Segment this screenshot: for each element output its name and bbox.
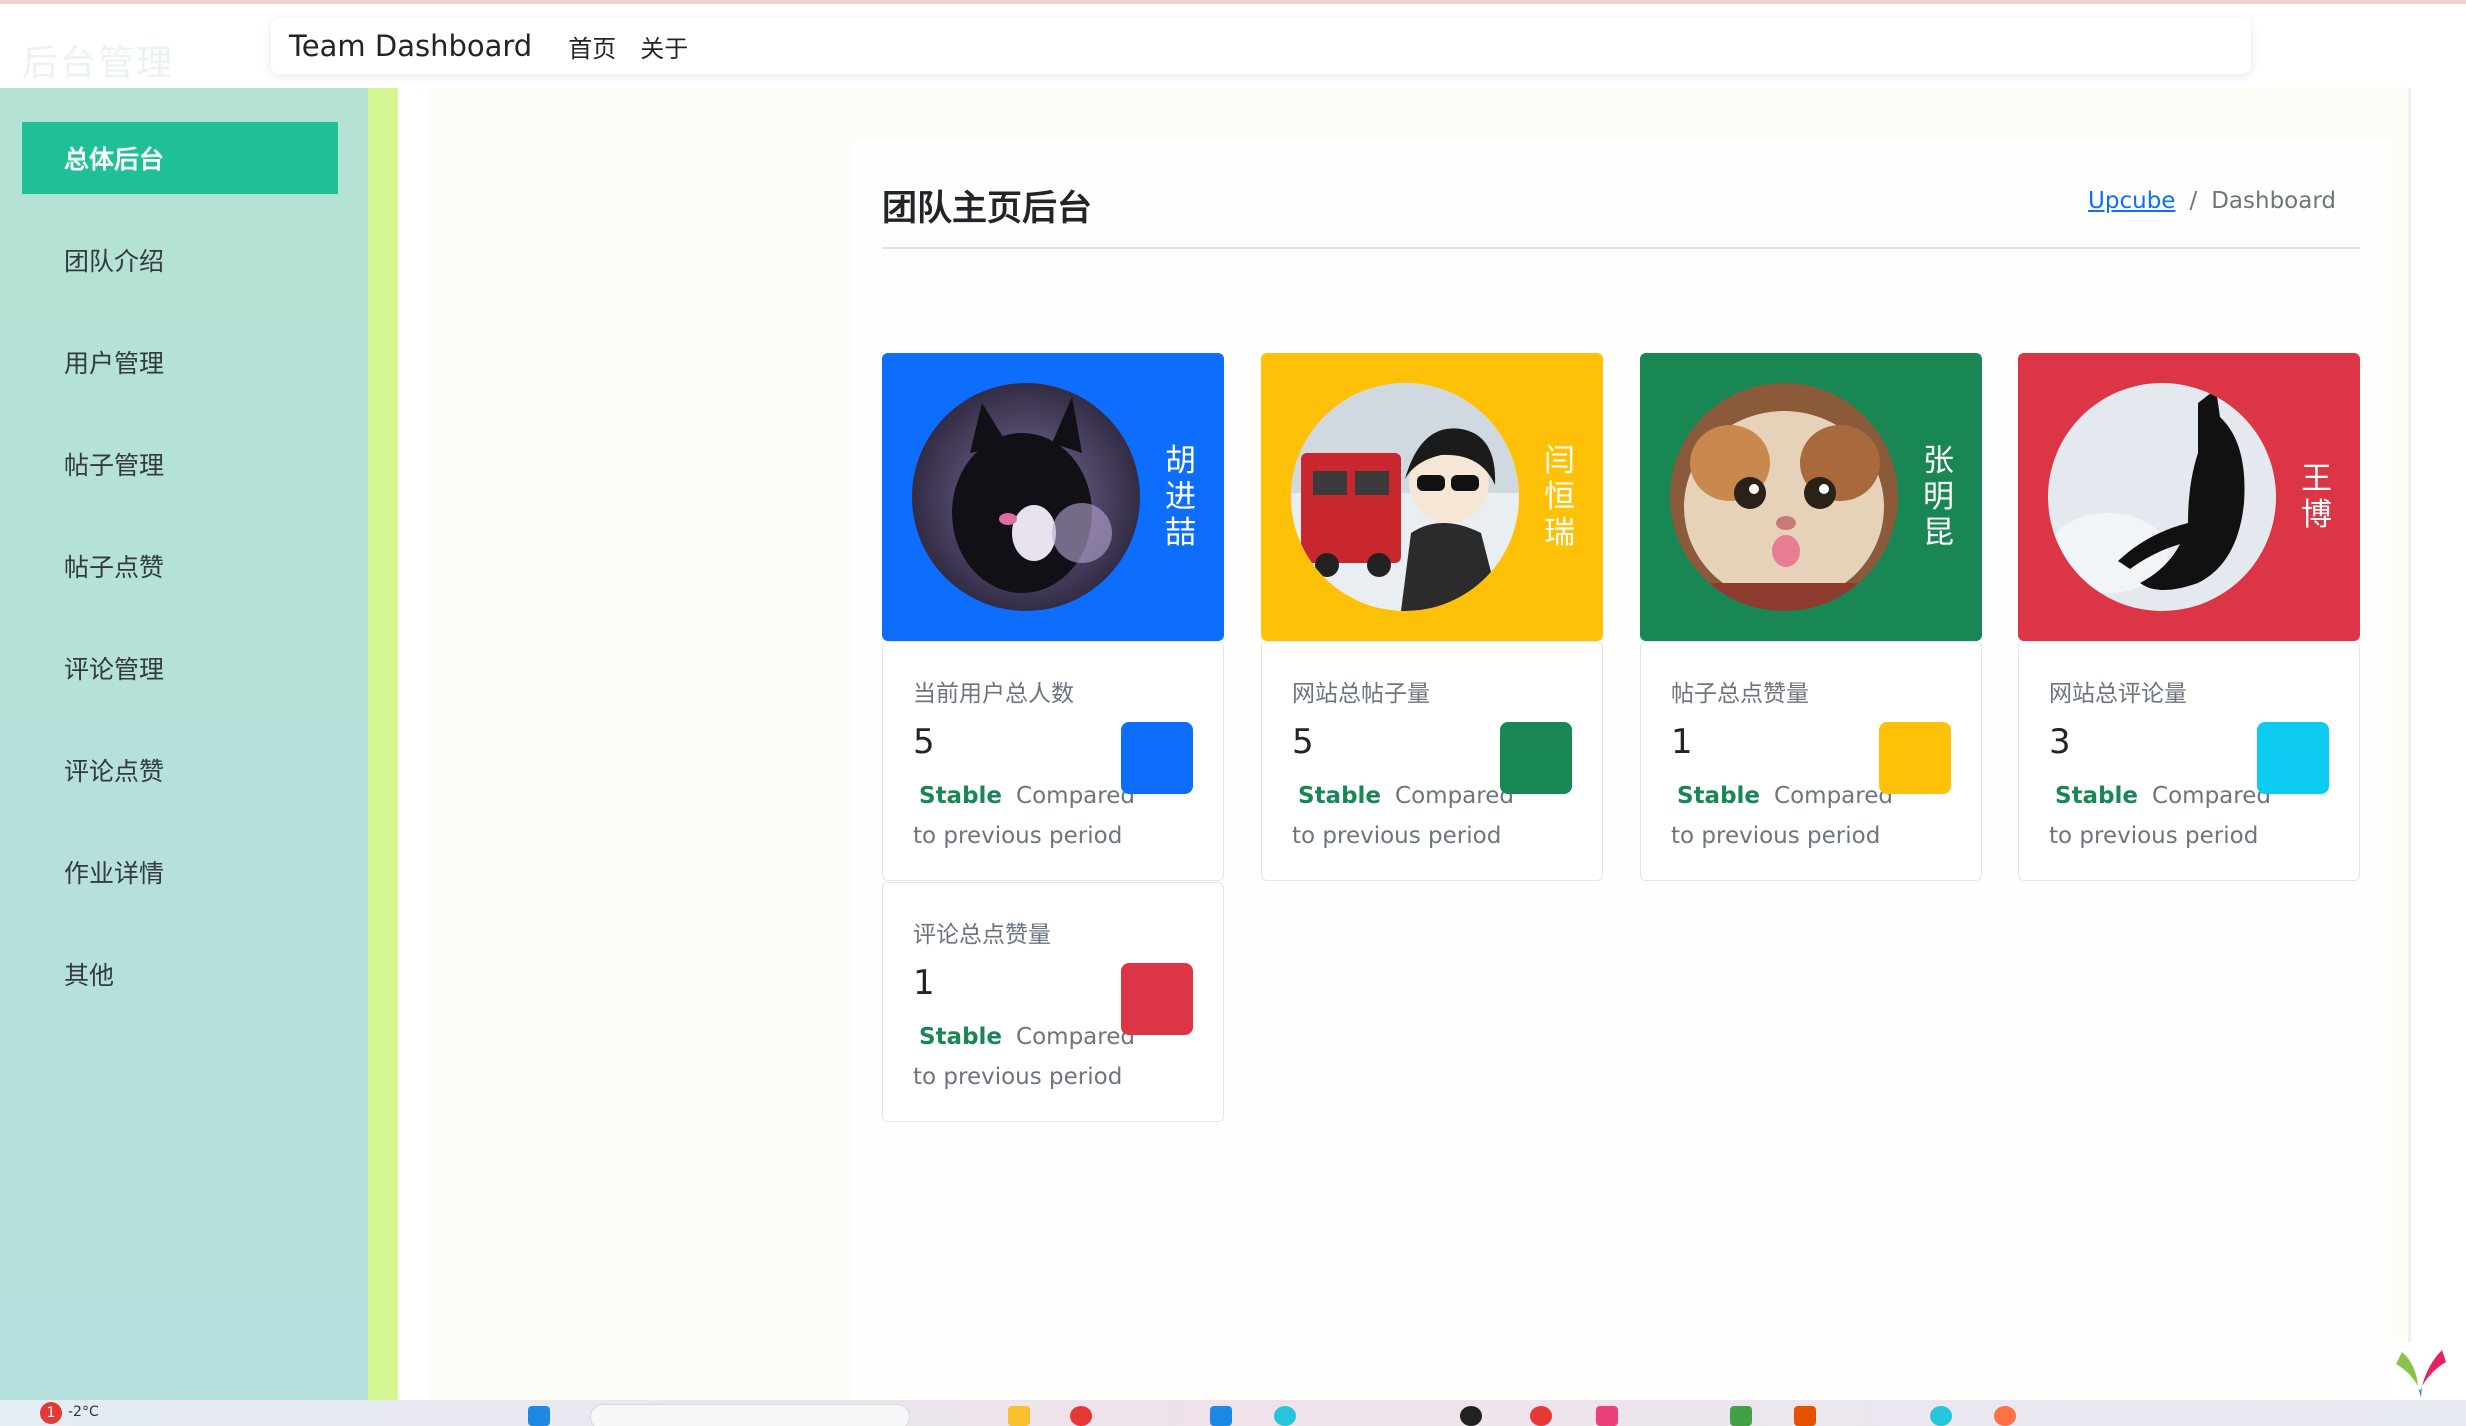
title-divider (882, 247, 2360, 249)
stat-value: 1 (913, 963, 935, 1003)
stat-status: Stable (2055, 783, 2139, 809)
nav-link-about[interactable]: 关于 (640, 29, 688, 64)
stat-value: 1 (1671, 722, 1693, 762)
stat-value: 3 (2049, 722, 2071, 762)
browser-icon[interactable] (1070, 1406, 1092, 1426)
stat-color-swatch (1121, 963, 1193, 1035)
app-icon[interactable] (1730, 1406, 1752, 1426)
stat-value: 5 (913, 722, 935, 762)
cat-face-icon (1670, 383, 1898, 611)
sidebar-item-post-management[interactable]: 帖子管理 (22, 428, 338, 500)
brand-title: 后台管理 (22, 43, 175, 84)
anime-boy-icon (1291, 383, 1519, 611)
sidebar-item-overview[interactable]: 总体后台 (22, 122, 338, 194)
app-icon[interactable] (1530, 1406, 1552, 1426)
sidebar-item-user-management[interactable]: 用户管理 (22, 326, 338, 398)
stat-status: Stable (1677, 783, 1761, 809)
stat-trend: Stable Compared to previous period (913, 1017, 1153, 1097)
stat-label: 网站总评论量 (2049, 681, 2187, 707)
gutter (398, 88, 428, 1400)
stat-card-total-comments: 网站总评论量 3 Stable Compared to previous peri… (2018, 641, 2360, 881)
stat-label: 当前用户总人数 (913, 681, 1074, 707)
windows-start-icon[interactable] (528, 1406, 550, 1426)
sidebar-accent-strip (368, 88, 398, 1400)
member-name: 胡进喆 (1165, 443, 1196, 551)
member-name: 闫恒瑞 (1544, 443, 1575, 551)
breadcrumb: Upcube / Dashboard (2088, 188, 2336, 214)
stat-color-swatch (2257, 722, 2329, 794)
stat-trend: Stable Compared to previous period (2049, 776, 2289, 856)
member-card[interactable]: 王博 (2018, 353, 2360, 641)
sidebar-item-team-intro[interactable]: 团队介绍 (22, 224, 338, 296)
stat-card-total-posts: 网站总帖子量 5 Stable Compared to previous peri… (1261, 641, 1603, 881)
stat-trend: Stable Compared to previous period (1292, 776, 1532, 856)
breadcrumb-current: Dashboard (2211, 188, 2336, 214)
breadcrumb-separator: / (2189, 188, 2198, 214)
member-card[interactable]: 胡进喆 (882, 353, 1224, 641)
github-icon[interactable] (1460, 1406, 1482, 1426)
sidebar-item-post-likes[interactable]: 帖子点赞 (22, 530, 338, 602)
stat-label: 评论总点赞量 (913, 922, 1051, 948)
sidebar-item-assignment-details[interactable]: 作业详情 (22, 836, 338, 908)
member-name: 张明昆 (1923, 443, 1954, 551)
app-icon[interactable] (1930, 1406, 1952, 1426)
sidebar-item-comment-management[interactable]: 评论管理 (22, 632, 338, 704)
app-icon[interactable] (1994, 1406, 2016, 1426)
black-cat-snow-icon (2048, 383, 2276, 611)
stat-color-swatch (1500, 722, 1572, 794)
app-icon[interactable] (1274, 1406, 1296, 1426)
stat-status: Stable (919, 1024, 1003, 1050)
stat-trend: Stable Compared to previous period (1671, 776, 1911, 856)
member-name: 王博 (2301, 461, 2332, 533)
app-icon[interactable] (1596, 1406, 1618, 1426)
stat-status: Stable (1298, 783, 1382, 809)
navbar-brand[interactable]: Team Dashboard (289, 29, 532, 63)
page-title: 团队主页后台 (882, 189, 1093, 229)
stat-value: 5 (1292, 722, 1314, 762)
notification-badge[interactable]: 1 (40, 1402, 62, 1424)
weather-temperature[interactable]: -2°C (68, 1404, 99, 1420)
nav-link-home[interactable]: 首页 (568, 29, 616, 64)
folder-icon[interactable] (1008, 1406, 1030, 1426)
stat-color-swatch (1879, 722, 1951, 794)
os-taskbar: 1 -2°C (0, 1400, 2466, 1426)
stat-card-post-likes: 帖子总点赞量 1 Stable Compared to previous peri… (1640, 641, 1982, 881)
stat-status: Stable (919, 783, 1003, 809)
black-cat-icon (912, 383, 1140, 611)
taskbar-search[interactable] (590, 1404, 910, 1426)
stat-card-total-users: 当前用户总人数 5 Stable Compared to previous per… (882, 641, 1224, 881)
stat-card-comment-likes: 评论总点赞量 1 Stable Compared to previous peri… (882, 882, 1224, 1122)
stat-label: 网站总帖子量 (1292, 681, 1430, 707)
stat-label: 帖子总点赞量 (1671, 681, 1809, 707)
main-right-border (2408, 88, 2411, 1400)
stat-color-swatch (1121, 722, 1193, 794)
member-card[interactable]: 张明昆 (1640, 353, 1982, 641)
edge-icon[interactable] (1210, 1406, 1232, 1426)
top-navbar: Team Dashboard 首页 关于 (271, 18, 2251, 74)
stat-trend: Stable Compared to previous period (913, 776, 1153, 856)
breadcrumb-link[interactable]: Upcube (2088, 188, 2175, 214)
member-card[interactable]: 闫恒瑞 (1261, 353, 1603, 641)
sidebar-item-comment-likes[interactable]: 评论点赞 (22, 734, 338, 806)
app-icon[interactable] (1794, 1406, 1816, 1426)
sidebar: 总体后台 团队介绍 用户管理 帖子管理 帖子点赞 评论管理 评论点赞 作业详情 … (0, 88, 368, 1400)
sidebar-item-other[interactable]: 其他 (22, 938, 338, 1010)
app-logo-icon (2388, 1342, 2454, 1404)
